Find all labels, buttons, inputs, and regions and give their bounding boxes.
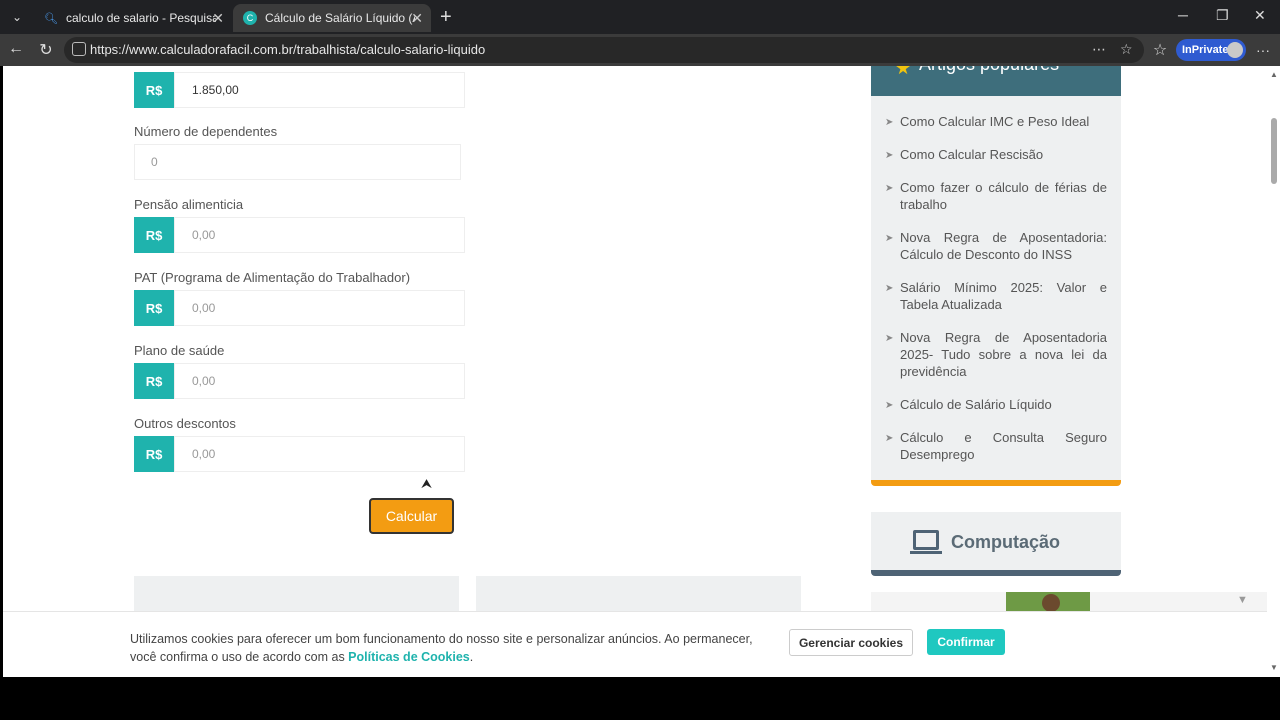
- url-field[interactable]: https://www.calculadorafacil.com.br/trab…: [64, 37, 1144, 63]
- page-viewport: R$ 1.850,00 Número de dependentes 0 Pens…: [3, 66, 1267, 677]
- currency-addon: R$: [134, 72, 174, 108]
- article-link[interactable]: Nova Regra de Aposentadoria 2025- Tudo s…: [900, 330, 1107, 379]
- health-plan-input-group: R$ 0,00: [134, 363, 465, 399]
- tab-search[interactable]: 🔍︎ calculo de salario - Pesquisar ✕: [34, 4, 232, 32]
- close-tab-icon[interactable]: ✕: [212, 10, 224, 27]
- ad-figure: [1042, 594, 1060, 612]
- currency-addon: R$: [134, 363, 174, 399]
- article-link[interactable]: Como Calcular Rescisão: [900, 147, 1043, 162]
- confirm-cookies-button[interactable]: Confirmar: [927, 629, 1005, 655]
- chevron-down-icon[interactable]: ▼: [1237, 594, 1248, 606]
- paper-plane-icon: ➤: [885, 433, 894, 444]
- paper-plane-icon: ➤: [885, 117, 894, 128]
- paper-plane-icon: ➤: [885, 283, 894, 294]
- cookie-text: Utilizamos cookies para oferecer um bom …: [130, 630, 770, 666]
- refresh-icon[interactable]: ↻: [36, 40, 56, 60]
- paper-plane-icon: ➤: [885, 400, 894, 411]
- page-scrollbar[interactable]: ▲ ▼: [1267, 66, 1280, 677]
- computing-category[interactable]: Computação: [871, 512, 1121, 576]
- manage-cookies-button[interactable]: Gerenciar cookies: [789, 629, 913, 656]
- paper-plane-icon: ➤: [885, 183, 894, 194]
- url-text: https://www.calculadorafacil.com.br/trab…: [90, 42, 486, 57]
- avatar: [1227, 42, 1243, 58]
- favorites-icon[interactable]: ☆: [1150, 40, 1170, 60]
- popular-articles-title: Artigos populares: [919, 66, 1059, 75]
- article-link[interactable]: Salário Mínimo 2025: Valor e Tabela Atua…: [900, 280, 1107, 312]
- health-plan-label: Plano de saúde: [134, 343, 225, 358]
- tab-actions-chevron-icon[interactable]: ⌄: [6, 7, 28, 27]
- more-menu-icon[interactable]: ···: [1256, 42, 1270, 58]
- article-link[interactable]: Nova Regra de Aposentadoria: Cálculo de …: [900, 230, 1107, 262]
- paper-plane-icon: ➤: [885, 150, 894, 161]
- taskbar-area: [0, 677, 1280, 720]
- cookie-period: .: [469, 650, 474, 664]
- calculate-button[interactable]: Calcular: [369, 498, 454, 534]
- mouse-cursor-icon: ⮝: [421, 476, 433, 491]
- site-favicon-icon: C: [243, 11, 257, 25]
- pat-label: PAT (Programa de Alimentação do Trabalha…: [134, 270, 411, 285]
- paper-plane-icon: ➤: [885, 333, 894, 344]
- list-item[interactable]: ➤ Salário Mínimo 2025: Valor e Tabela Atu…: [885, 279, 1107, 313]
- paper-plane-icon: ➤: [885, 233, 894, 244]
- tab-bar: ⌄ 🔍︎ calculo de salario - Pesquisar ✕ C …: [0, 0, 1280, 34]
- inprivate-badge[interactable]: InPrivate: [1176, 39, 1246, 61]
- scroll-up-icon[interactable]: ▲: [1270, 70, 1278, 79]
- cookie-banner: Utilizamos cookies para oferecer um bom …: [3, 611, 1267, 677]
- ad-image[interactable]: [1006, 592, 1090, 612]
- other-discounts-label: Outros descontos: [134, 416, 236, 431]
- computing-title: Computação: [951, 532, 1061, 552]
- alimony-label: Pensão alimenticia: [134, 197, 244, 212]
- close-window-icon[interactable]: ✕: [1254, 7, 1266, 24]
- article-link[interactable]: Como Calcular IMC e Peso Ideal: [900, 114, 1089, 129]
- dependents-label: Número de dependentes: [134, 124, 278, 139]
- popular-articles-list: ➤ Como Calcular IMC e Peso Ideal ➤ Como Ca…: [871, 96, 1121, 480]
- inprivate-label: InPrivate: [1182, 44, 1229, 56]
- minimize-icon[interactable]: ─: [1178, 7, 1188, 23]
- result-panel-right: [476, 576, 801, 616]
- currency-addon: R$: [134, 436, 174, 472]
- salary-input-group: R$ 1.850,00: [134, 72, 465, 108]
- list-item[interactable]: ➤ Como Calcular Rescisão: [885, 146, 1107, 163]
- salary-input[interactable]: 1.850,00: [174, 72, 465, 108]
- list-item[interactable]: ➤ Como Calcular IMC e Peso Ideal: [885, 113, 1107, 130]
- article-link[interactable]: Como fazer o cálculo de férias de trabal…: [900, 180, 1107, 212]
- scroll-down-icon[interactable]: ▼: [1270, 663, 1278, 672]
- scrollbar-thumb[interactable]: [1271, 118, 1277, 184]
- other-discounts-input-group: R$ 0,00: [134, 436, 465, 472]
- list-item[interactable]: ➤ Cálculo e Consulta Seguro Desemprego: [885, 429, 1107, 463]
- alimony-input-group: R$ 0,00: [134, 217, 465, 253]
- article-link[interactable]: Cálculo de Salário Líquido: [900, 397, 1052, 412]
- dependents-input[interactable]: 0: [134, 144, 461, 180]
- search-icon: 🔍︎: [44, 12, 58, 25]
- alimony-input[interactable]: 0,00: [174, 217, 465, 253]
- tab-title: calculo de salario - Pesquisar: [66, 11, 216, 25]
- list-item[interactable]: ➤ Nova Regra de Aposentadoria 2025- Tudo …: [885, 329, 1107, 380]
- currency-addon: R$: [134, 290, 174, 326]
- new-tab-plus-icon[interactable]: +: [440, 6, 452, 29]
- currency-addon: R$: [134, 217, 174, 253]
- cookie-policy-link[interactable]: Políticas de Cookies: [348, 650, 470, 664]
- article-link[interactable]: Cálculo e Consulta Seguro Desemprego: [900, 430, 1107, 462]
- back-arrow-icon[interactable]: ←: [6, 40, 26, 58]
- pat-input[interactable]: 0,00: [174, 290, 465, 326]
- list-item[interactable]: ➤ Cálculo de Salário Líquido: [885, 396, 1107, 413]
- result-panel-left: [134, 576, 459, 616]
- close-tab-icon[interactable]: ✕: [411, 10, 423, 27]
- popular-articles-header: ★ Artigos populares: [871, 66, 1121, 96]
- list-item[interactable]: ➤ Como fazer o cálculo de férias de traba…: [885, 179, 1107, 213]
- reading-icon[interactable]: ⋯: [1092, 41, 1106, 58]
- restore-icon[interactable]: ❐: [1216, 7, 1229, 24]
- popular-articles-footer-bar: [871, 480, 1121, 486]
- pat-input-group: R$ 0,00: [134, 290, 465, 326]
- address-bar: ← ↻ https://www.calculadorafacil.com.br/…: [0, 34, 1280, 66]
- site-info-icon[interactable]: [72, 42, 86, 56]
- other-discounts-input[interactable]: 0,00: [174, 436, 465, 472]
- list-item[interactable]: ➤ Nova Regra de Aposentadoria: Cálculo de…: [885, 229, 1107, 263]
- health-plan-input[interactable]: 0,00: [174, 363, 465, 399]
- star-icon: ★: [895, 66, 912, 78]
- tab-salary[interactable]: C Cálculo de Salário Líquido (Atualiz ✕: [233, 4, 431, 32]
- laptop-icon: [910, 530, 942, 554]
- tab-title: Cálculo de Salário Líquido (Atualiz: [265, 11, 415, 25]
- favorite-star-icon[interactable]: ☆: [1120, 41, 1133, 58]
